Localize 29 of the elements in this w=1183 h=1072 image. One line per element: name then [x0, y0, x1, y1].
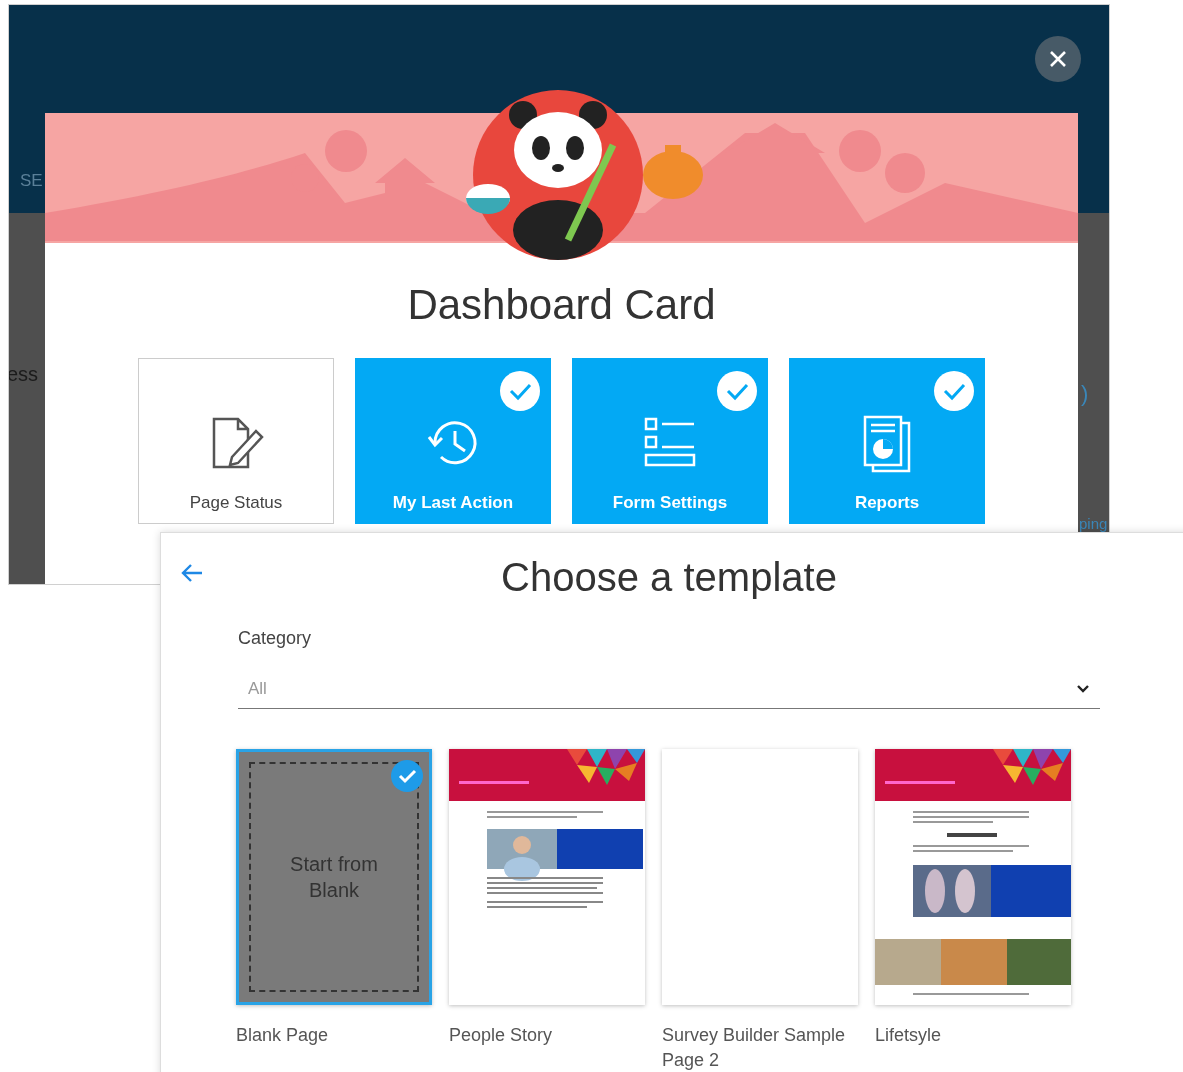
chevron-down-icon	[1076, 683, 1090, 694]
dialog-title: Dashboard Card	[406, 281, 717, 329]
category-dropdown[interactable]: All	[238, 669, 1100, 709]
template-name: Blank Page	[236, 1024, 330, 1047]
card-label: Page Status	[189, 493, 283, 513]
template-thumbnail[interactable]	[662, 749, 858, 1005]
template-name: Lifetsyle	[875, 1024, 943, 1047]
template-name: People Story	[449, 1024, 554, 1047]
check-icon	[934, 371, 974, 411]
template-thumbnail[interactable]: Start from Blank	[236, 749, 432, 1005]
card-label: Form Settings	[612, 493, 728, 513]
template-thumbnail[interactable]	[875, 749, 1071, 1005]
check-icon	[391, 760, 423, 792]
close-icon	[1048, 49, 1068, 69]
card-label: My Last Action	[392, 493, 514, 513]
card-label: Reports	[854, 493, 920, 513]
header-tab-text: SE	[20, 171, 43, 191]
thumbnail-caption: Start from Blank	[289, 852, 379, 903]
dashboard-card[interactable]: My Last Action	[355, 358, 551, 524]
check-icon	[717, 371, 757, 411]
dashboard-card[interactable]: Reports	[789, 358, 985, 524]
dashboard-card[interactable]: Page Status	[138, 358, 334, 524]
background-text: )	[1081, 381, 1089, 407]
check-icon	[500, 371, 540, 411]
dashboard-card[interactable]: Form Settings	[572, 358, 768, 524]
panel-title: Choose a template	[500, 555, 838, 600]
template-name: Survey Builder Sample Page 2	[662, 1024, 847, 1072]
template-thumbnail[interactable]	[449, 749, 645, 1005]
category-label: Category	[238, 628, 313, 649]
